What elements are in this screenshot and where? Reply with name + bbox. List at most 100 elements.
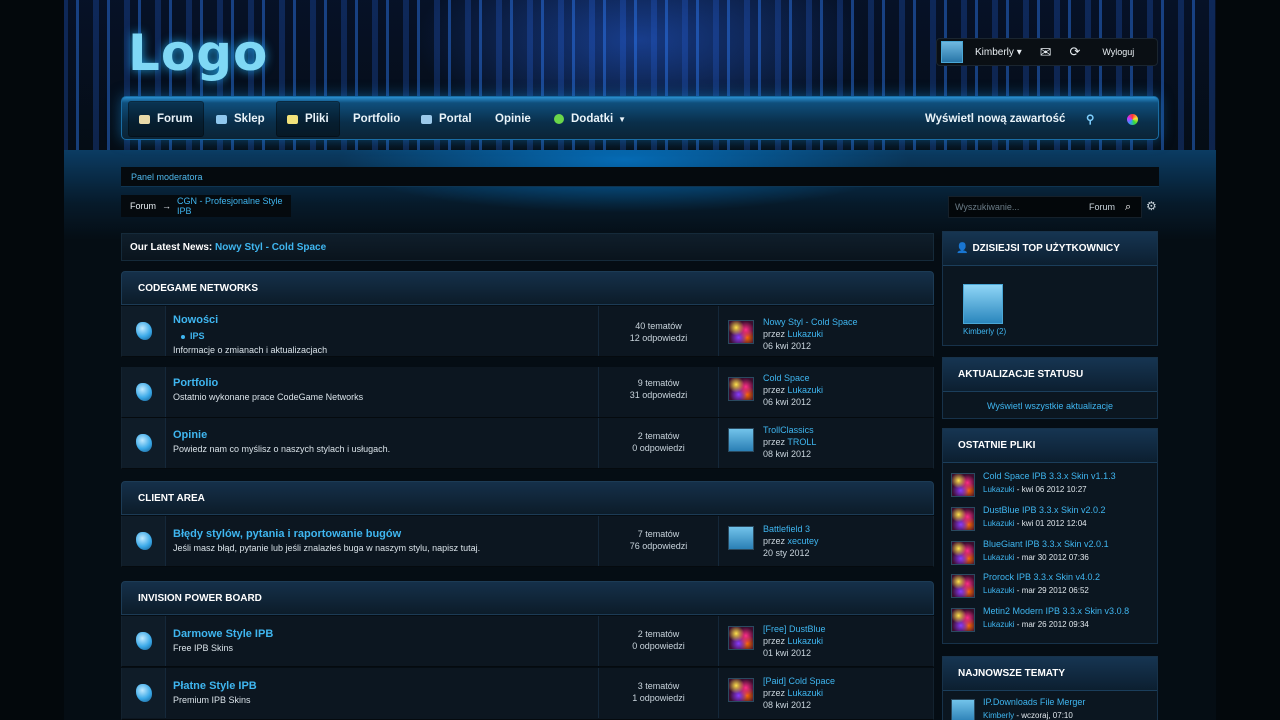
forum-row: Darmowe Style IPB Free IPB Skins 2 temat…	[121, 616, 934, 667]
color-picker-icon[interactable]	[1117, 101, 1148, 137]
category-header: CLIENT AREA	[121, 481, 934, 515]
gear-icon[interactable]: ⚙	[1146, 199, 1157, 213]
caret-down-icon: ▾	[1016, 46, 1022, 58]
file-thumbnail	[951, 507, 975, 531]
caret-down-icon: ▼	[618, 114, 627, 124]
last-post-date: 06 kwi 2012	[763, 397, 812, 407]
messages-icon[interactable]: ✉	[1040, 44, 1052, 61]
last-post-date: 06 kwi 2012	[763, 341, 812, 351]
notifications-icon[interactable]: ⟳	[1069, 44, 1080, 60]
view-all-status-link[interactable]: Wyświetl wszystkie aktualizacje	[943, 392, 1157, 411]
breadcrumb: Forum → CGN - Profesjonalne Style IPB	[121, 195, 291, 217]
forum-title[interactable]: Błędy stylów, pytania i raportowanie bug…	[173, 528, 401, 540]
breadcrumb-current[interactable]: CGN - Profesjonalne Style IPB	[177, 196, 291, 216]
nav-opinie[interactable]: Opinie	[485, 101, 541, 137]
last-post-title[interactable]: [Paid] Cold Space	[763, 676, 835, 686]
forum-description: Free IPB Skins	[173, 643, 234, 653]
forum-stats: 7 tematów 76 odpowiedzi	[598, 516, 719, 566]
forum-title[interactable]: Płatne Style IPB	[173, 680, 257, 692]
last-post-thumbnail[interactable]	[728, 526, 754, 550]
shop-icon	[216, 114, 227, 124]
left-margin	[0, 0, 64, 720]
last-post-thumbnail[interactable]	[728, 626, 754, 650]
forum-description: Powiedz nam co myślisz o naszych stylach…	[173, 444, 391, 454]
last-post-user[interactable]: Lukazuki	[788, 636, 824, 646]
map-pin-icon[interactable]: ⚲	[1076, 101, 1104, 137]
home-icon	[139, 114, 150, 124]
subforum-link[interactable]: IPS	[181, 331, 205, 341]
nav-portal[interactable]: Portal	[411, 101, 482, 137]
news-link[interactable]: Nowy Styl - Cold Space	[215, 242, 326, 253]
portal-icon	[421, 114, 432, 124]
last-post-user[interactable]: xecutey	[788, 536, 819, 546]
last-post-title[interactable]: TrollClassics	[763, 425, 814, 435]
forum-description: Premium IPB Skins	[173, 695, 251, 705]
recent-files-box: OSTATNIE PLIKI Cold Space IPB 3.3.x Skin…	[942, 428, 1158, 644]
forum-row: Płatne Style IPB Premium IPB Skins 3 tem…	[121, 668, 934, 720]
last-post-thumbnail[interactable]	[728, 320, 754, 344]
forum-title[interactable]: Darmowe Style IPB	[173, 628, 273, 640]
forum-description: Informacje o zmianach i aktualizacjach	[173, 345, 328, 355]
nav-dodatki[interactable]: Dodatki ▼	[544, 101, 636, 137]
forum-stats: 3 tematów 1 odpowiedzi	[598, 668, 719, 718]
forum-icon	[136, 434, 152, 452]
last-post-title[interactable]: [Free] DustBlue	[763, 624, 826, 634]
breadcrumb-home[interactable]: Forum	[130, 201, 156, 211]
main-nav: Forum Sklep Pliki Portfolio Portal Opini…	[121, 96, 1159, 140]
forum-row: Błędy stylów, pytania i raportowanie bug…	[121, 516, 934, 567]
file-thumbnail	[951, 608, 975, 632]
forum-title[interactable]: Portfolio	[173, 377, 218, 389]
site-logo[interactable]: Logo	[128, 24, 268, 82]
top-users-box: 👤 DZISIEJSI TOP UŻYTKOWNICY Kimberly (2)	[942, 231, 1158, 346]
logout-link[interactable]: Wyloguj	[1102, 47, 1134, 57]
user-bar: Kimberly ▾ ✉ ⟳ Wyloguj	[936, 38, 1158, 66]
search-scope[interactable]: Forum	[1089, 202, 1115, 212]
moderator-panel-link[interactable]: Panel moderatora	[121, 167, 1159, 187]
status-updates-box: AKTUALIZACJE STATUSU Wyświetl wszystkie …	[942, 357, 1158, 419]
nav-portfolio[interactable]: Portfolio	[343, 101, 410, 137]
new-content-link[interactable]: Wyświetl nową zawartość	[915, 101, 1075, 137]
forum-description: Ostatnio wykonane prace CodeGame Network…	[173, 392, 364, 402]
last-post-date: 01 kwi 2012	[763, 648, 812, 658]
last-post-user[interactable]: Lukazuki	[788, 688, 824, 698]
last-post-title[interactable]: Nowy Styl - Cold Space	[763, 317, 858, 327]
forum-stats: 2 tematów 0 odpowiedzi	[598, 418, 719, 468]
nav-pliki[interactable]: Pliki	[276, 101, 340, 137]
last-post-date: 08 kwi 2012	[763, 449, 812, 459]
folder-icon	[287, 114, 298, 124]
last-post-thumbnail[interactable]	[728, 678, 754, 702]
forum-title[interactable]: Opinie	[173, 429, 207, 441]
last-post-user[interactable]: TROLL	[787, 437, 816, 447]
last-post-date: 08 kwi 2012	[763, 700, 812, 710]
forum-row: Nowości IPS Informacje o zmianach i aktu…	[121, 306, 934, 357]
category-header: INVISION POWER BOARD	[121, 581, 934, 615]
forum-icon	[136, 684, 152, 702]
last-post-title[interactable]: Cold Space	[763, 373, 810, 383]
forum-stats: 2 tematów 0 odpowiedzi	[598, 616, 719, 666]
last-post-user[interactable]: Lukazuki	[788, 385, 824, 395]
nav-forum[interactable]: Forum	[128, 101, 204, 137]
forum-row: Portfolio Ostatnio wykonane prace CodeGa…	[121, 367, 934, 418]
addon-icon	[554, 114, 564, 124]
forum-description: Jeśli masz błąd, pytanie lub jeśli znala…	[173, 543, 481, 553]
file-thumbnail	[951, 574, 975, 598]
search-input[interactable]: Wyszukiwanie... Forum ⌕	[948, 196, 1142, 218]
user-menu[interactable]: Kimberly ▾	[975, 47, 1022, 58]
user-avatar[interactable]	[941, 41, 963, 63]
forum-icon	[136, 383, 152, 401]
forum-title[interactable]: Nowości	[173, 314, 218, 326]
forum-icon	[136, 322, 152, 340]
nav-sklep[interactable]: Sklep	[206, 101, 275, 137]
forum-stats: 40 tematów 12 odpowiedzi	[598, 306, 719, 356]
last-post-user[interactable]: Lukazuki	[788, 329, 824, 339]
last-post-thumbnail[interactable]	[728, 377, 754, 401]
top-user-avatar[interactable]	[963, 284, 1003, 324]
last-post-title[interactable]: Battlefield 3	[763, 524, 810, 534]
forum-stats: 9 tematów 31 odpowiedzi	[598, 367, 719, 417]
last-post-thumbnail[interactable]	[728, 428, 754, 452]
latest-news: Our Latest News: Nowy Styl - Cold Space	[121, 233, 934, 261]
search-icon[interactable]: ⌕	[1125, 201, 1131, 214]
file-thumbnail	[951, 473, 975, 497]
top-user-name[interactable]: Kimberly (2)	[963, 327, 1006, 336]
forum-icon	[136, 632, 152, 650]
